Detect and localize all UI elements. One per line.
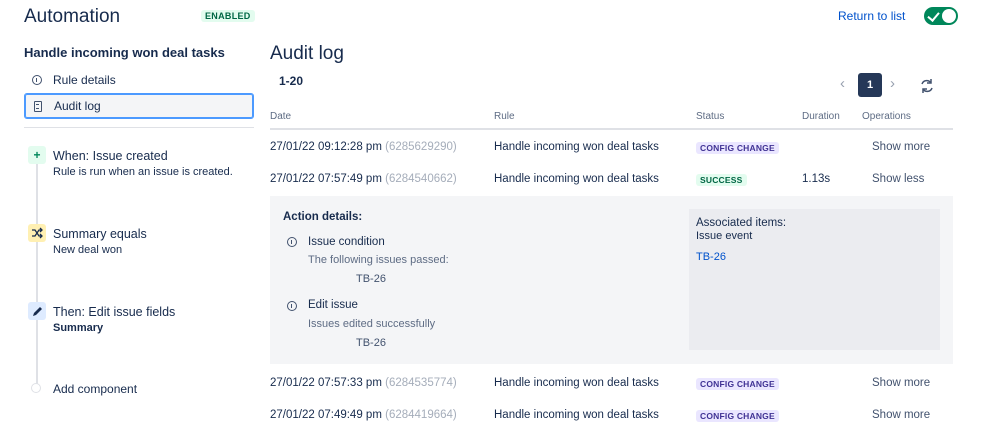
show-more-button[interactable]: Show more [872, 377, 930, 389]
show-more-button[interactable]: Show more [872, 409, 930, 421]
component-subtitle: Rule is run when an issue is created. [53, 166, 233, 178]
table-row-date: 27/01/22 07:57:49 pm (6284540662) [270, 173, 457, 185]
table-row-rule: Handle incoming won deal tasks [494, 377, 659, 389]
add-component-button[interactable]: Add component [53, 382, 137, 396]
nav-audit-log[interactable]: Audit log [24, 93, 254, 119]
status-badge: CONFIG CHANGE [696, 142, 779, 154]
info-icon [287, 237, 297, 247]
info-icon [287, 301, 297, 311]
table-row-date: 27/01/22 09:12:28 pm (6285629290) [270, 141, 457, 153]
component-title: Then: Edit issue fields [53, 305, 176, 319]
table-row-rule: Handle incoming won deal tasks [494, 141, 659, 153]
status-badge: CONFIG CHANGE [696, 378, 779, 390]
show-less-button[interactable]: Show less [872, 173, 924, 185]
table-header-divider [270, 128, 953, 130]
show-more-button[interactable]: Show more [872, 141, 930, 153]
component-subtitle: New deal won [53, 244, 123, 256]
table-row-duration: 1.13s [802, 173, 831, 185]
component-condition[interactable]: Summary equals New deal won [53, 227, 253, 256]
status-badge: CONFIG CHANGE [696, 410, 779, 422]
component-title: When: Issue created [53, 149, 168, 163]
nav-rule-details[interactable]: Rule details [24, 67, 254, 93]
table-row-date: 27/01/22 07:49:49 pm (6284419664) [270, 409, 457, 421]
associated-items-title: Associated items: [696, 217, 787, 229]
result-range: 1-20 [279, 74, 304, 88]
component-trigger[interactable]: When: Issue created Rule is run when an … [53, 149, 253, 178]
associated-issue-link[interactable]: TB-26 [696, 251, 726, 263]
action-issue-key: TB-26 [356, 273, 386, 285]
add-component-dot [31, 383, 41, 393]
action-details-heading: Action details: [283, 211, 363, 223]
rule-name: Handle incoming won deal tasks [24, 45, 225, 60]
check-icon [927, 9, 940, 22]
component-timeline [36, 163, 38, 385]
action-subtitle: The following issues passed: [308, 254, 449, 266]
component-subtitle: Summary [53, 322, 104, 334]
column-header-operations: Operations [862, 111, 911, 122]
component-title: Summary equals [53, 227, 147, 241]
shuffle-icon [28, 224, 46, 242]
sidebar-divider [24, 127, 254, 128]
column-header-duration: Duration [802, 111, 840, 122]
return-to-list-link[interactable]: Return to list [838, 9, 905, 23]
table-row-rule: Handle incoming won deal tasks [494, 173, 659, 185]
toggle-knob [942, 9, 956, 23]
status-badge: SUCCESS [696, 174, 747, 186]
chevron-left-icon[interactable]: ‹ [840, 75, 845, 92]
action-subtitle: Issues edited successfully [308, 318, 436, 330]
enabled-status-badge: ENABLED [201, 10, 255, 22]
action-title: Edit issue [308, 299, 358, 311]
nav-item-label: Audit log [54, 99, 101, 113]
page-title: Audit log [270, 43, 344, 64]
pencil-icon [28, 302, 46, 320]
action-issue-key: TB-26 [356, 337, 386, 349]
document-icon [31, 99, 45, 113]
nav-item-label: Rule details [53, 73, 116, 87]
column-header-date: Date [270, 111, 292, 122]
column-header-rule: Rule [494, 111, 515, 122]
app-title: Automation [24, 6, 121, 27]
table-row-date: 27/01/22 07:57:33 pm (6284535774) [270, 377, 457, 389]
component-action[interactable]: Then: Edit issue fields Summary [53, 305, 253, 334]
plus-icon: + [28, 146, 46, 164]
table-row-rule: Handle incoming won deal tasks [494, 409, 659, 421]
associated-items-subtitle: Issue event [696, 230, 753, 242]
info-icon [30, 73, 44, 87]
pagination-current-page[interactable]: 1 [858, 73, 882, 97]
chevron-right-icon[interactable]: › [890, 75, 895, 92]
action-title: Issue condition [308, 236, 385, 248]
column-header-status: Status [696, 111, 725, 122]
rule-enabled-toggle[interactable] [924, 7, 958, 25]
refresh-icon[interactable] [919, 78, 935, 99]
